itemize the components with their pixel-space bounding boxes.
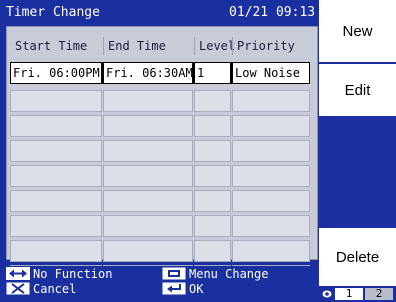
empty-cell (103, 240, 193, 262)
page-2-indicator[interactable]: 2 (365, 288, 393, 300)
empty-cell (194, 90, 231, 112)
new-button[interactable]: New (318, 0, 396, 62)
table-row[interactable] (10, 90, 310, 112)
empty-cell (103, 115, 193, 137)
empty-cell (10, 190, 102, 212)
empty-cell (10, 115, 102, 137)
status-bar: No Function Menu Change Cancel OK (0, 266, 318, 302)
row-priority: Low Noise (232, 62, 310, 84)
date-time: 01/21 09:13 (229, 5, 316, 20)
empty-cell (232, 90, 310, 112)
table-row[interactable] (10, 215, 310, 237)
empty-cell (232, 240, 310, 262)
timer-list-panel: Start Time End Time Level Priority Fri. … (6, 26, 318, 287)
enter-key-icon (162, 282, 186, 295)
empty-cell (103, 140, 193, 162)
table-row-selected[interactable]: Fri. 06:00PM Fri. 06:30AM 1 Low Noise (10, 62, 310, 84)
page-1-indicator[interactable]: 1 (335, 288, 363, 300)
row-end-time: Fri. 06:30AM (103, 62, 193, 84)
table-row[interactable] (10, 115, 310, 137)
delete-button[interactable]: Delete (318, 228, 396, 286)
row-start-time: Fri. 06:00PM (10, 62, 102, 84)
screen-title: Timer Change (6, 5, 100, 20)
col-start-time: Start Time (15, 39, 88, 53)
empty-cell (10, 215, 102, 237)
table-row[interactable] (10, 165, 310, 187)
edit-button[interactable]: Edit (318, 64, 396, 116)
col-end-time: End Time (108, 39, 166, 53)
empty-cell (10, 240, 102, 262)
col-priority: Priority (237, 39, 295, 53)
empty-cell (194, 140, 231, 162)
left-right-arrows-icon (6, 267, 30, 280)
cancel-x-icon (6, 282, 30, 295)
empty-cell (232, 215, 310, 237)
empty-cell (232, 115, 310, 137)
ok-label: OK (189, 282, 204, 296)
menu-change-label: Menu Change (189, 267, 269, 281)
menu-key-icon (162, 267, 186, 280)
empty-cell (194, 215, 231, 237)
cancel-label: Cancel (33, 282, 77, 296)
empty-cell (194, 190, 231, 212)
empty-cell (232, 165, 310, 187)
empty-cell (103, 165, 193, 187)
empty-cell (10, 90, 102, 112)
title-bar: Timer Change 01/21 09:13 (0, 0, 318, 26)
empty-cell (232, 140, 310, 162)
table-row[interactable] (10, 140, 310, 162)
empty-cell (10, 165, 102, 187)
table-header: Start Time End Time Level Priority (11, 35, 309, 57)
empty-cell (194, 115, 231, 137)
col-level: Level (199, 39, 236, 53)
page-eye-icon (322, 289, 332, 299)
table-row[interactable] (10, 240, 310, 262)
empty-cell (103, 215, 193, 237)
side-blank-area (318, 116, 396, 228)
page-indicator: 1 2 (318, 286, 396, 302)
table-row[interactable] (10, 190, 310, 212)
row-level: 1 (194, 62, 231, 84)
empty-cell (103, 190, 193, 212)
empty-cell (232, 190, 310, 212)
no-function-label: No Function (33, 267, 113, 281)
empty-cell (194, 240, 231, 262)
empty-cell (103, 90, 193, 112)
empty-cell (10, 140, 102, 162)
empty-cell (194, 165, 231, 187)
